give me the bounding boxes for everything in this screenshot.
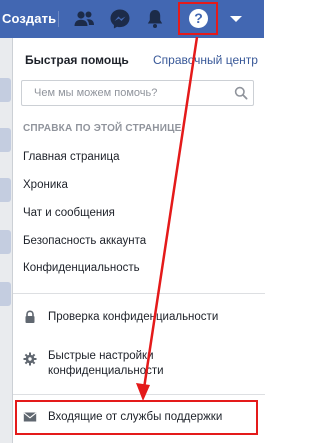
lock-icon [25, 310, 35, 323]
privacy-shortcuts-label-line1: Быстрые настройки [48, 350, 154, 362]
avatar [0, 282, 11, 306]
notifications-icon[interactable] [143, 7, 167, 31]
help-topic-privacy[interactable]: Конфиденциальность [23, 262, 140, 274]
divider [13, 293, 265, 294]
privacy-shortcuts-item[interactable]: Быстрые настройки конфиденциальности [13, 346, 265, 386]
friends-icon[interactable] [72, 7, 96, 31]
search-icon[interactable] [234, 86, 248, 100]
privacy-shortcuts-label-line2: конфиденциальности [48, 365, 164, 377]
help-button-highlight[interactable]: ? [178, 2, 218, 35]
quick-help-panel: Быстрая помощь Справочный центр СПРАВКА … [12, 38, 265, 443]
gear-icon [23, 352, 37, 366]
privacy-checkup-item[interactable]: Проверка конфиденциальности [13, 306, 265, 330]
section-header: СПРАВКА ПО ЭТОЙ СТРАНИЦЕ [23, 123, 182, 134]
panel-title: Быстрая помощь [25, 53, 129, 67]
help-topic-home[interactable]: Главная страница [23, 151, 120, 163]
help-icon[interactable]: ? [189, 9, 208, 28]
help-topic-security[interactable]: Безопасность аккаунта [23, 235, 146, 247]
help-topic-chat[interactable]: Чат и сообщения [23, 207, 115, 219]
help-center-link[interactable]: Справочный центр [153, 53, 258, 67]
divider [13, 394, 265, 395]
background-page-strip [0, 38, 12, 443]
help-search-box[interactable] [21, 80, 254, 106]
top-navigation-bar: Создать ? [0, 0, 264, 39]
avatar [0, 128, 11, 152]
privacy-checkup-label: Проверка конфиденциальности [48, 311, 219, 323]
avatar [0, 78, 11, 102]
messenger-icon[interactable] [108, 7, 132, 31]
avatar [0, 230, 11, 254]
avatar [0, 178, 11, 202]
account-menu-caret-icon[interactable] [230, 16, 242, 22]
support-inbox-highlight [15, 400, 258, 435]
help-search-input[interactable] [34, 85, 224, 101]
nav-separator [58, 11, 59, 27]
help-topic-timeline[interactable]: Хроника [23, 179, 68, 191]
create-link[interactable]: Создать [2, 11, 56, 26]
